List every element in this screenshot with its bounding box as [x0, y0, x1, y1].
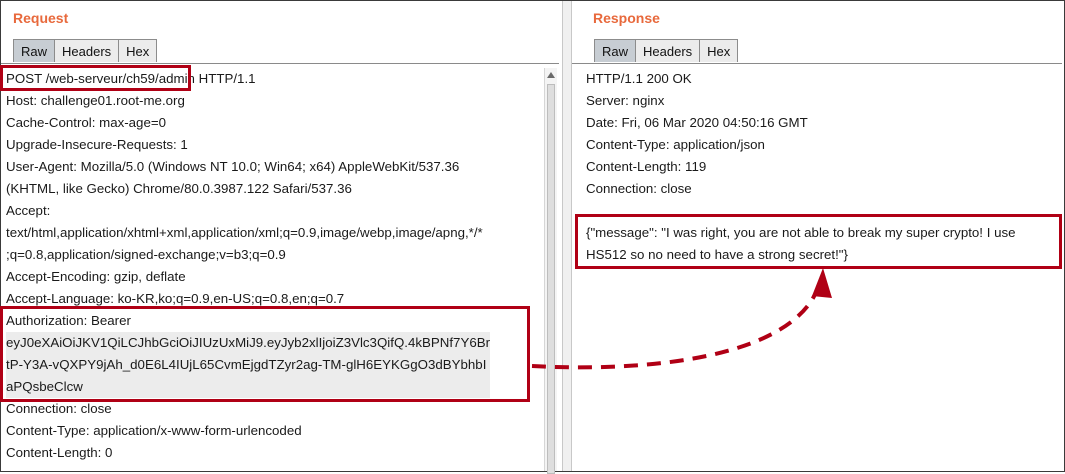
request-line: Accept-Encoding: gzip, deflate: [6, 269, 186, 284]
request-line: User-Agent: Mozilla/5.0 (Windows NT 10.0…: [6, 159, 460, 174]
request-line: (KHTML, like Gecko) Chrome/80.0.3987.122…: [6, 181, 352, 196]
request-line: Content-Length: 0: [6, 445, 113, 460]
response-pane: Response Raw Headers Hex HTTP/1.1 200 OK…: [572, 1, 1064, 471]
request-tabs: Raw Headers Hex: [13, 39, 158, 63]
jwt-token-line: aPQsbeClcw: [6, 376, 491, 398]
request-line: Connection: close: [6, 401, 112, 416]
response-blank-line: [586, 200, 1016, 222]
response-body[interactable]: HTTP/1.1 200 OK Server: nginx Date: Fri,…: [586, 68, 1016, 266]
scroll-up-arrow-icon[interactable]: [547, 72, 555, 78]
pane-splitter[interactable]: [562, 1, 572, 471]
response-tab-raw[interactable]: Raw: [594, 39, 637, 62]
request-scrollbar[interactable]: [544, 68, 557, 474]
response-line: Connection: close: [586, 181, 692, 196]
response-tab-underline: [572, 63, 1062, 64]
burp-request-response-viewer: Request Raw Headers Hex POST /web-serveu…: [0, 0, 1065, 474]
request-line: POST /web-serveur/ch59/admin HTTP/1.1: [6, 71, 256, 86]
request-line: text/html,application/xhtml+xml,applicat…: [6, 225, 483, 240]
response-message-line: {"message": "I was right, you are not ab…: [586, 225, 1016, 240]
scrollbar-thumb[interactable]: [547, 84, 555, 474]
request-line: ;q=0.8,application/signed-exchange;v=b3;…: [6, 247, 286, 262]
jwt-token-line: tP-Y3A-vQXPY9jAh_d0E6L4IUjL65CvmEjgdTZyr…: [6, 354, 491, 376]
request-body[interactable]: POST /web-serveur/ch59/admin HTTP/1.1 Ho…: [6, 68, 491, 464]
jwt-token-line: eyJ0eXAiOiJKV1QiLCJhbGciOiJIUzUxMiJ9.eyJ…: [6, 332, 491, 354]
request-line: Host: challenge01.root-me.org: [6, 93, 185, 108]
request-tab-raw[interactable]: Raw: [13, 39, 56, 62]
response-line: HTTP/1.1 200 OK: [586, 71, 692, 86]
request-line: Content-Type: application/x-www-form-url…: [6, 423, 302, 438]
request-title: Request: [13, 10, 69, 26]
response-tab-hex[interactable]: Hex: [699, 39, 739, 62]
request-line: Accept-Language: ko-KR,ko;q=0.9,en-US;q=…: [6, 291, 345, 306]
response-line: Date: Fri, 06 Mar 2020 04:50:16 GMT: [586, 115, 808, 130]
request-line: Upgrade-Insecure-Requests: 1: [6, 137, 188, 152]
response-title: Response: [593, 10, 660, 26]
response-line: Content-Length: 119: [586, 159, 707, 174]
request-tab-underline: [1, 63, 559, 64]
response-line: Content-Type: application/json: [586, 137, 765, 152]
response-tab-headers[interactable]: Headers: [635, 39, 701, 62]
response-line: Server: nginx: [586, 93, 665, 108]
request-line: Accept:: [6, 203, 51, 218]
request-line: Cache-Control: max-age=0: [6, 115, 167, 130]
response-message-line: HS512 so no need to have a strong secret…: [586, 247, 848, 262]
request-pane: Request Raw Headers Hex POST /web-serveu…: [1, 1, 562, 474]
request-tab-hex[interactable]: Hex: [118, 39, 158, 62]
request-line: Authorization: Bearer: [6, 313, 131, 328]
response-tabs: Raw Headers Hex: [594, 39, 739, 63]
request-tab-headers[interactable]: Headers: [54, 39, 120, 62]
